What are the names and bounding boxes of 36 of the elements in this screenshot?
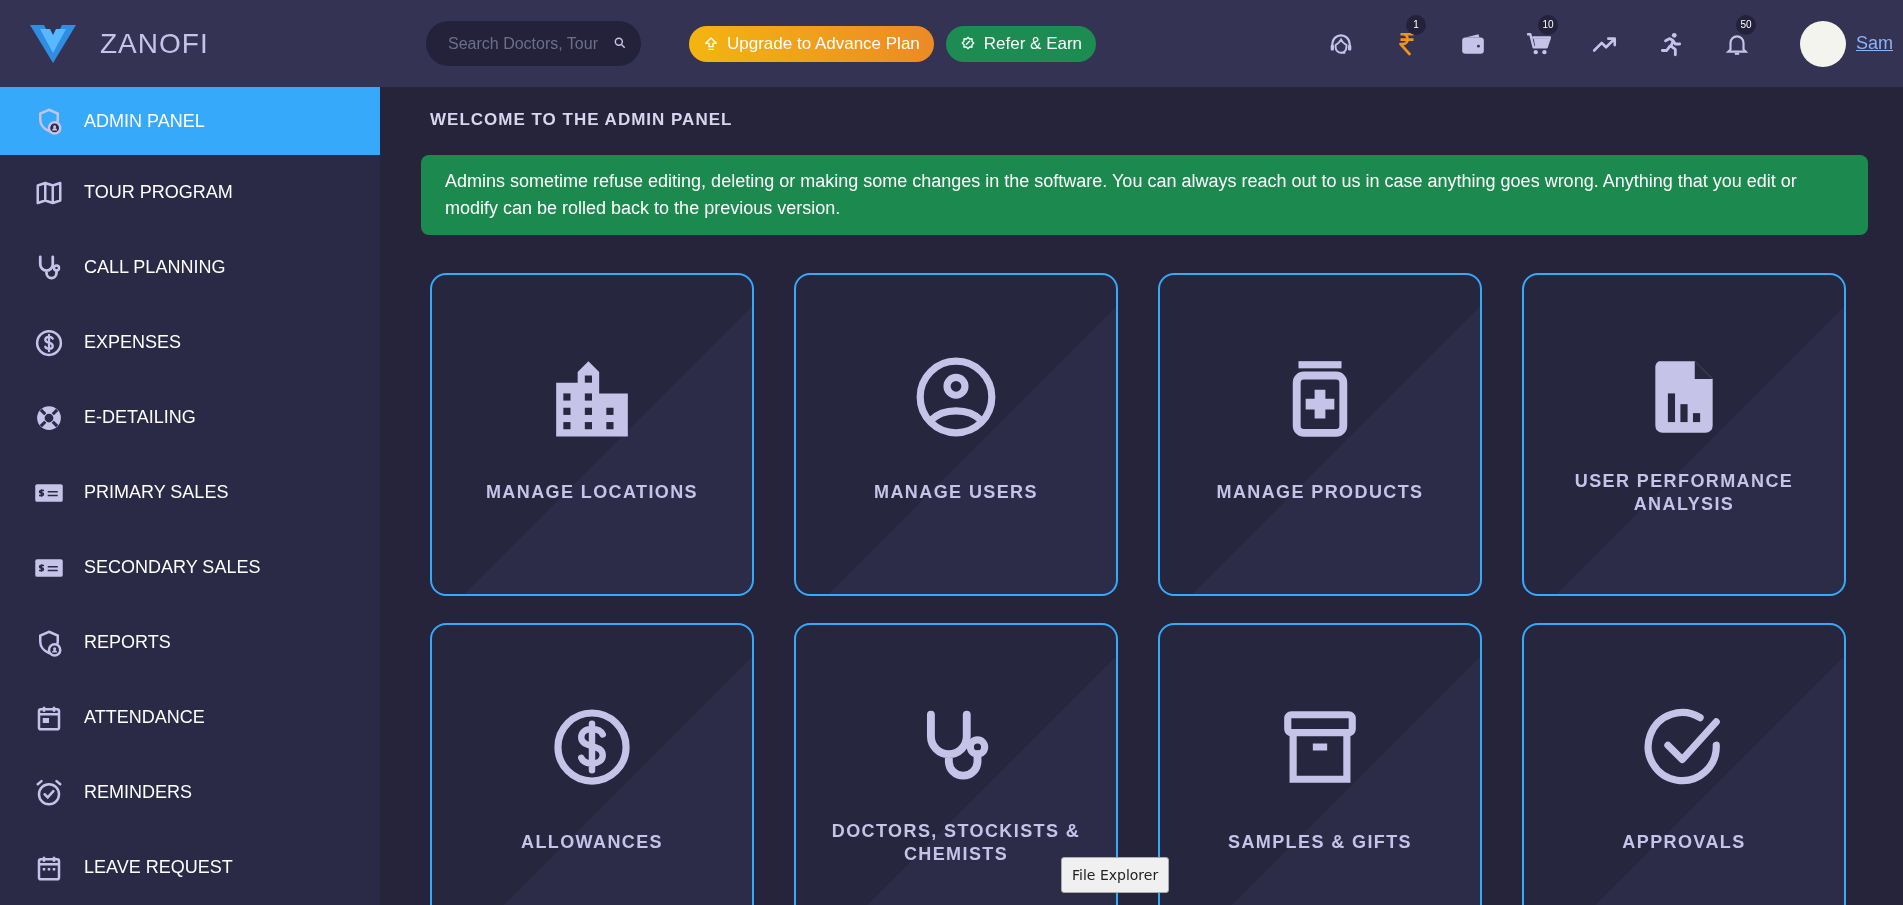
module-card[interactable]: USER PERFORMANCE ANALYSIS (1522, 273, 1846, 596)
user-name-link[interactable]: Sam (1856, 33, 1893, 54)
sidebar-item[interactable]: ATTENDANCE (0, 680, 380, 755)
module-card[interactable]: MANAGE USERS (794, 273, 1118, 596)
search-field[interactable]: Search Doctors, Tour (426, 21, 641, 66)
logo-text: ZANOFI (100, 27, 209, 60)
module-card[interactable]: SAMPLES & GIFTS (1158, 623, 1482, 905)
dollar-circle-icon (34, 327, 64, 358)
sidebar-item[interactable]: CALL PLANNING (0, 230, 380, 305)
sidebar-item[interactable]: LEAVE REQUEST (0, 830, 380, 905)
search-icon[interactable] (613, 36, 627, 50)
sidebar-item[interactable]: PRIMARY SALES (0, 455, 380, 530)
module-card[interactable]: MANAGE PRODUCTS (1158, 273, 1482, 596)
sidebar-item[interactable]: REPORTS (0, 605, 380, 680)
sidebar-item[interactable]: REMINDERS (0, 755, 380, 830)
sidebar-item[interactable]: EXPENSES (0, 305, 380, 380)
sidebar-item[interactable]: SECONDARY SALES (0, 530, 380, 605)
logo-icon (30, 24, 76, 63)
module-card[interactable]: MANAGE LOCATIONS (430, 273, 754, 596)
sidebar-item[interactable]: E-DETAILING (0, 380, 380, 455)
page-title: WELCOME TO THE ADMIN PANEL (430, 109, 734, 131)
count-badge: 1 (1406, 14, 1426, 35)
count-badge: 10 (1538, 14, 1558, 35)
percent-badge-icon (959, 35, 976, 52)
module-card[interactable]: APPROVALS (1522, 623, 1846, 905)
cart-icon[interactable] (1526, 30, 1552, 57)
tooltip: File Explorer (1061, 857, 1170, 893)
refer-button[interactable]: Refer & Earn (945, 25, 1097, 62)
upload-icon (703, 35, 719, 52)
sidebar-item[interactable]: TOUR PROGRAM (0, 155, 380, 230)
avatar[interactable] (1800, 20, 1846, 67)
count-badge: 50 (1736, 14, 1756, 35)
module-card[interactable]: ALLOWANCES (430, 623, 754, 905)
alarm-clock-icon (34, 777, 64, 808)
runner-icon[interactable] (1658, 30, 1684, 57)
info-notice: Admins sometime refuse editing, deleting or making some changes in the software. You can always reach out to us in case anything goes wrong. Anything that you edit or modify can be rolled back to the previous version. (421, 155, 1868, 235)
